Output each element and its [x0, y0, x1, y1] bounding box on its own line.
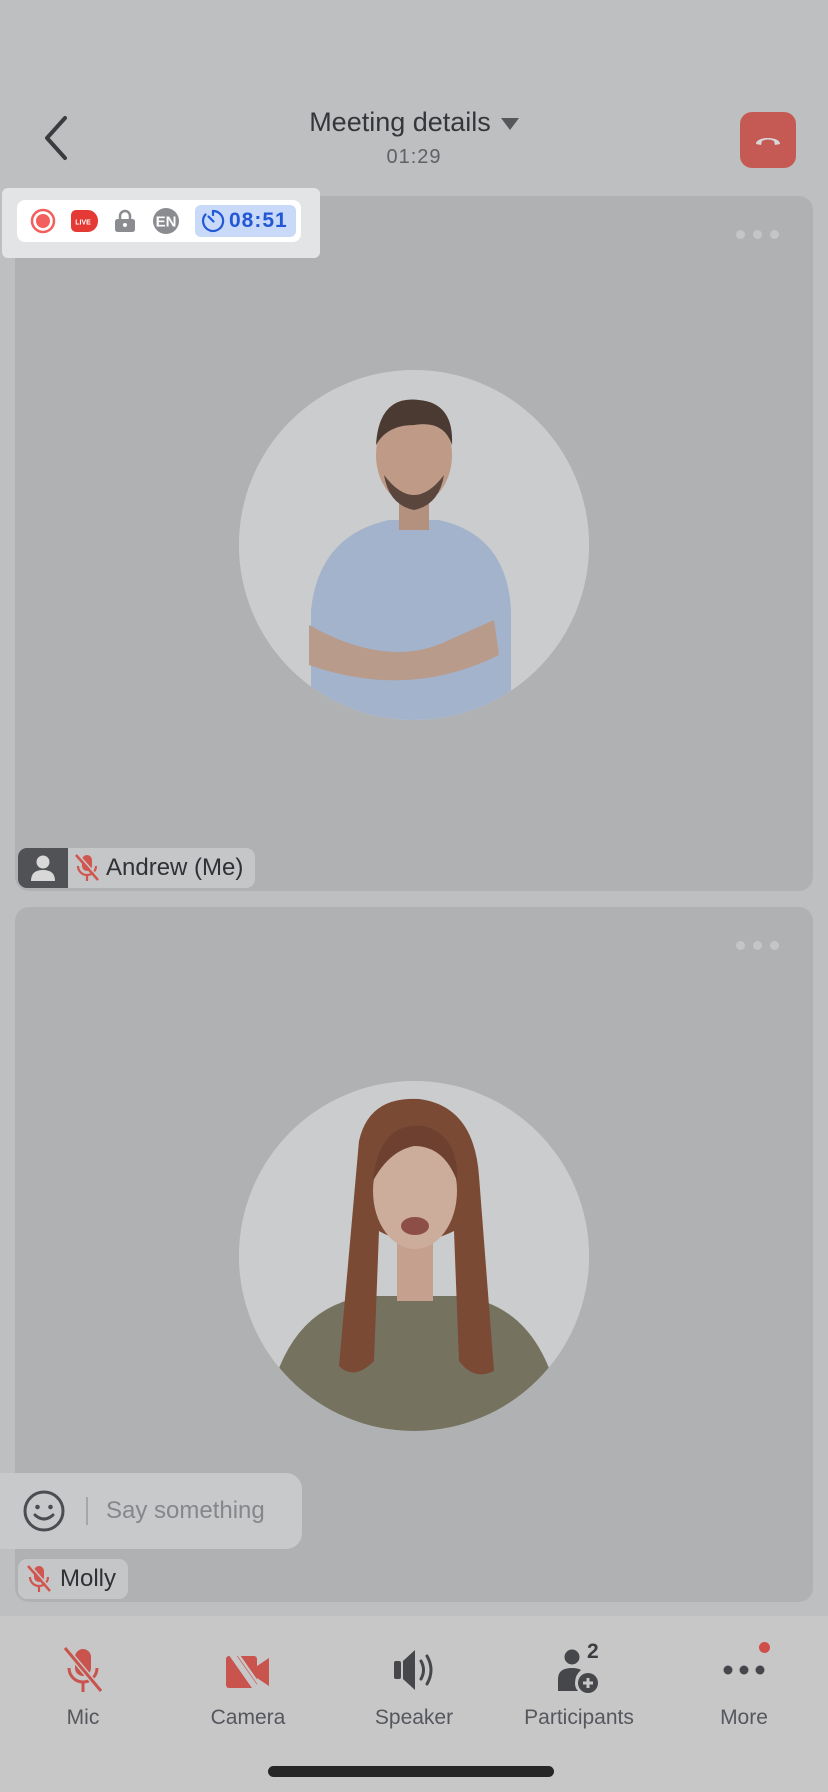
meeting-header: Meeting details 01:29	[0, 95, 828, 195]
record-icon[interactable]	[29, 207, 57, 235]
video-tile-andrew[interactable]: Andrew (Me)	[15, 196, 813, 891]
timer-value: 08:51	[229, 209, 288, 232]
camera-off-icon	[226, 1648, 269, 1692]
person-photo-icon	[239, 1081, 589, 1431]
avatar	[239, 370, 589, 720]
avatar	[239, 1081, 589, 1431]
phone-hangup-icon	[756, 138, 780, 145]
mic-button[interactable]: Mic	[8, 1640, 158, 1730]
dot-icon	[770, 230, 779, 239]
caret-down-icon	[500, 117, 519, 130]
mic-off-icon	[62, 1646, 104, 1693]
end-call-button[interactable]	[740, 112, 796, 168]
toolbar-label: Mic	[66, 1706, 100, 1729]
participant-name-tag: Molly	[18, 1559, 129, 1599]
mic-muted-icon	[68, 853, 106, 883]
speaker-button[interactable]: Speaker	[339, 1640, 489, 1730]
notification-dot	[759, 1642, 770, 1653]
dot-icon	[736, 230, 745, 239]
meeting-status-bar: LIVE EN 08:51	[17, 200, 301, 242]
chat-placeholder: Say something	[106, 1497, 265, 1524]
dot-icon	[770, 941, 779, 950]
toolbar-label: More	[720, 1706, 768, 1729]
participant-name: Molly	[60, 1565, 117, 1592]
person-photo-icon	[239, 370, 589, 720]
participants-button[interactable]: 2 Participants	[504, 1640, 654, 1730]
language-icon[interactable]: EN	[152, 207, 180, 235]
meeting-duration: 01:29	[386, 146, 442, 168]
more-icon	[723, 1665, 765, 1675]
home-indicator[interactable]	[268, 1766, 554, 1777]
dot-icon	[753, 230, 762, 239]
tile-more-button[interactable]	[732, 937, 783, 954]
toolbar-label: Camera	[210, 1706, 286, 1729]
camera-button[interactable]: Camera	[173, 1640, 323, 1730]
lock-icon[interactable]	[111, 207, 139, 235]
toolbar-label: Speaker	[374, 1706, 454, 1729]
timer-icon	[202, 209, 225, 233]
participants-count: 2	[587, 1640, 599, 1663]
dot-icon	[753, 941, 762, 950]
svg-text:EN: EN	[156, 214, 177, 231]
countdown-timer[interactable]: 08:51	[195, 205, 296, 237]
tile-more-button[interactable]	[732, 226, 783, 243]
svg-text:LIVE: LIVE	[75, 220, 91, 227]
divider	[86, 1497, 88, 1525]
speaker-icon	[394, 1650, 433, 1690]
smiley-icon[interactable]	[22, 1489, 66, 1533]
chat-input[interactable]: Say something	[0, 1473, 302, 1549]
participant-name: Andrew (Me)	[106, 854, 244, 881]
more-button[interactable]: More	[669, 1640, 819, 1730]
host-icon	[18, 848, 68, 888]
participant-name-tag: Andrew (Me)	[18, 848, 256, 888]
meeting-title: Meeting details	[309, 107, 491, 137]
dot-icon	[736, 941, 745, 950]
live-icon[interactable]: LIVE	[70, 207, 98, 235]
toolbar-label: Participants	[524, 1706, 634, 1729]
meeting-status-popover: LIVE EN 08:51	[2, 188, 320, 258]
mic-muted-icon	[18, 1564, 60, 1594]
meeting-details-dropdown[interactable]: Meeting details	[309, 107, 519, 138]
